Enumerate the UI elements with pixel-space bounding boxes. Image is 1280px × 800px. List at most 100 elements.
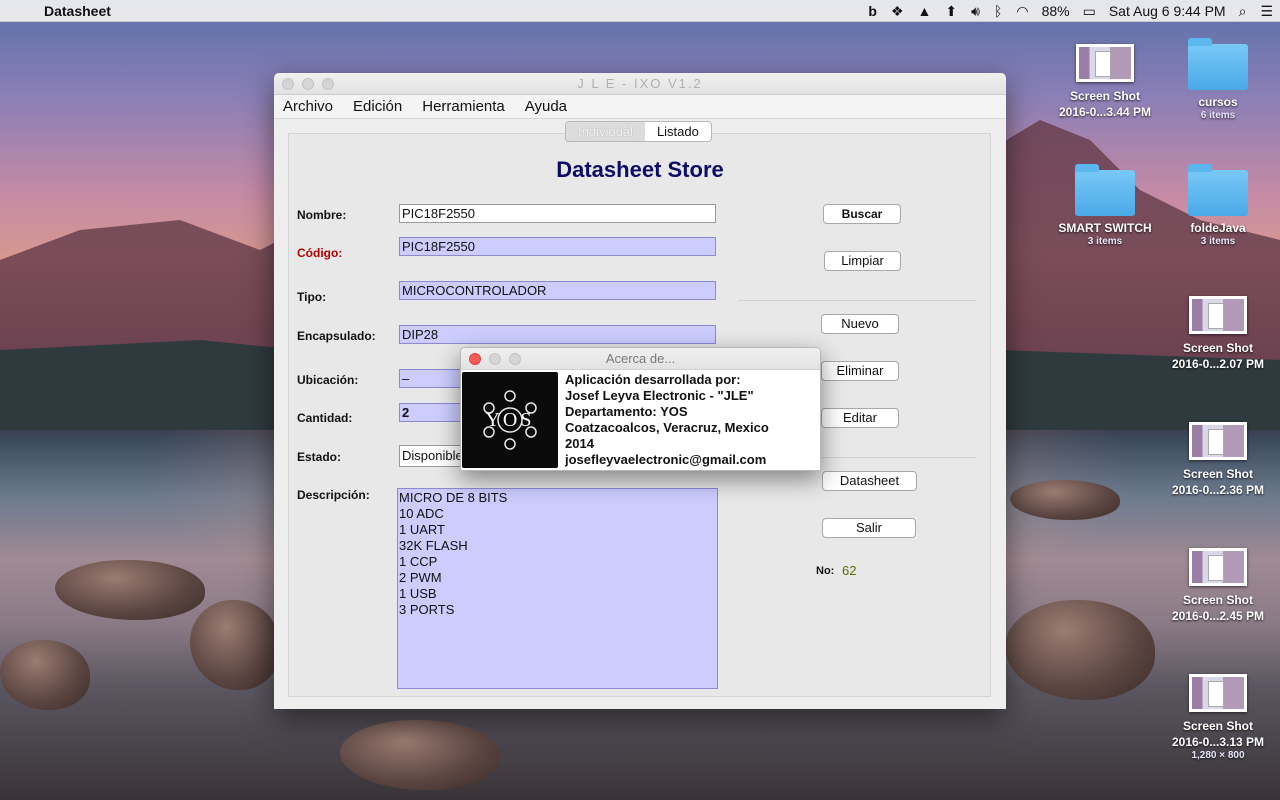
descripcion-line: 3 PORTS <box>399 602 455 617</box>
label-ubicacion: Ubicación: <box>297 373 359 387</box>
codigo-field[interactable]: PIC18F2550 <box>399 237 716 256</box>
spotlight-search-icon[interactable]: ⌕ <box>1232 3 1254 20</box>
bluetooth-icon[interactable]: ᛒ <box>987 3 1009 19</box>
nuevo-button[interactable]: Nuevo <box>821 314 899 334</box>
desktop-icon-screenshot[interactable]: Screen Shot 2016-0...2.07 PM <box>1163 296 1273 372</box>
descripcion-line: 1 CCP <box>399 554 438 569</box>
battery-icon[interactable]: ▭ <box>1076 3 1103 20</box>
about-line: Josef Leyva Electronic - "JLE" <box>565 388 754 403</box>
wifi-icon[interactable]: ◠ <box>1009 3 1035 20</box>
about-dialog: Acerca de... YOS Aplicación desarrollada… <box>460 347 821 471</box>
close-button[interactable] <box>282 78 294 90</box>
about-line: 2014 <box>565 436 594 451</box>
record-number-label: No: <box>816 565 835 577</box>
desktop-icon-folder[interactable]: SMART SWITCH 3 items <box>1050 164 1160 248</box>
desktop-icon-sublabel: 3 items <box>1200 236 1236 247</box>
desktop-icon-screenshot[interactable]: Screen Shot 2016-0...3.44 PM <box>1050 44 1160 120</box>
minimize-button[interactable] <box>302 78 314 90</box>
wallpaper-rock <box>0 640 90 710</box>
buscar-button[interactable]: Buscar <box>823 204 901 224</box>
datasheet-button[interactable]: Datasheet <box>822 471 917 491</box>
desktop-icon-sublabel: 2016-0...3.44 PM <box>1058 105 1152 119</box>
google-drive-icon[interactable]: ▲ <box>911 3 939 19</box>
wallpaper-rock <box>1010 480 1120 520</box>
menu-edicion[interactable]: Edición <box>353 98 402 115</box>
page-title: Datasheet Store <box>556 157 724 182</box>
desktop-icon-folder[interactable]: cursos 6 items <box>1163 38 1273 122</box>
battery-percent[interactable]: 88% <box>1036 3 1076 19</box>
menu-archivo[interactable]: Archivo <box>283 98 333 115</box>
wallpaper-rock <box>340 720 500 790</box>
desktop-icon-sublabel: 2016-0...2.07 PM <box>1171 357 1265 371</box>
about-line: josefleyvaelectronic@gmail.com <box>565 452 767 467</box>
wallpaper-rock <box>55 560 205 620</box>
nombre-field[interactable]: PIC18F2550 <box>399 204 716 223</box>
descripcion-line: 10 ADC <box>399 506 444 521</box>
folder-icon <box>1188 164 1248 216</box>
desktop-icon-folder[interactable]: foldeJava 3 items <box>1163 164 1273 248</box>
desktop-icon-label: Screen Shot <box>1182 593 1254 607</box>
eliminar-button[interactable]: Eliminar <box>821 361 899 381</box>
desktop-icon-label: cursos <box>1198 95 1238 109</box>
menu-ayuda[interactable]: Ayuda <box>525 98 567 115</box>
descripcion-line: 1 USB <box>399 586 437 601</box>
desktop-icon-label: Screen Shot <box>1069 89 1141 103</box>
limpiar-button[interactable]: Limpiar <box>824 251 901 271</box>
desktop-icon-label: Screen Shot <box>1182 719 1254 733</box>
desktop-icon-screenshot[interactable]: Screen Shot 2016-0...2.45 PM <box>1163 548 1273 624</box>
about-close-button[interactable] <box>469 353 481 365</box>
descripcion-textarea[interactable]: MICRO DE 8 BITS 10 ADC 1 UART 32K FLASH … <box>397 488 718 689</box>
desktop-icon-label: SMART SWITCH <box>1058 221 1152 235</box>
tipo-field[interactable]: MICROCONTROLADOR <box>399 281 716 300</box>
tab-individual[interactable]: Individual <box>566 122 645 141</box>
desktop-icon-screenshot[interactable]: Screen Shot 2016-0...2.36 PM <box>1163 422 1273 498</box>
about-line: Departamento: YOS <box>565 404 688 419</box>
label-descripcion: Descripción: <box>297 488 370 502</box>
upload-icon[interactable]: ⬆ <box>938 3 964 20</box>
separator <box>738 300 976 301</box>
descripcion-line: 32K FLASH <box>399 538 468 553</box>
wallpaper-rock <box>190 600 280 690</box>
descripcion-line: 1 UART <box>399 522 445 537</box>
label-encapsulado: Encapsulado: <box>297 329 376 343</box>
volume-icon[interactable]: 🔊︎ <box>964 3 987 20</box>
system-menubar: Datasheet b ❖ ▲ ⬆ 🔊︎ ᛒ ◠ 88% ▭ Sat Aug 6… <box>0 0 1280 22</box>
dropbox-icon[interactable]: ❖ <box>884 3 911 20</box>
screenshot-thumbnail <box>1189 296 1247 334</box>
active-app-name[interactable]: Datasheet <box>44 3 111 19</box>
wallpaper-rock <box>1005 600 1155 700</box>
about-minimize-button[interactable] <box>489 353 501 365</box>
screenshot-thumbnail <box>1189 548 1247 586</box>
desktop-icon-sublabel: 2016-0...2.36 PM <box>1171 483 1265 497</box>
window-controls <box>282 78 334 90</box>
tab-listado[interactable]: Listado <box>644 122 711 141</box>
app-menubar: Archivo Edición Herramienta Ayuda <box>274 95 1006 119</box>
editar-button[interactable]: Editar <box>821 408 899 428</box>
window-titlebar[interactable]: J L E - IXO V1.2 <box>274 73 1006 95</box>
salir-button[interactable]: Salir <box>822 518 916 538</box>
desktop-icon-screenshot[interactable]: Screen Shot 2016-0...3.13 PM 1,280 × 800 <box>1163 674 1273 762</box>
about-line: Aplicación desarrollada por: <box>565 372 741 387</box>
about-titlebar[interactable]: Acerca de... <box>461 348 820 370</box>
window-title: J L E - IXO V1.2 <box>577 76 703 91</box>
desktop-icon-sublabel: 6 items <box>1200 110 1236 121</box>
notification-center-icon[interactable]: ☰ <box>1253 3 1280 20</box>
encapsulado-field[interactable]: DIP28 <box>399 325 716 344</box>
tab-bar: Individual Listado <box>565 121 712 142</box>
menu-herramienta[interactable]: Herramienta <box>422 98 505 115</box>
about-window-controls <box>469 353 521 365</box>
record-number-value: 62 <box>842 563 857 578</box>
about-line: Coatzacoalcos, Veracruz, Mexico <box>565 420 769 435</box>
about-zoom-button[interactable] <box>509 353 521 365</box>
label-tipo: Tipo: <box>297 290 327 304</box>
descripcion-line: 2 PWM <box>399 570 442 585</box>
desktop-icon-sublabel: 2016-0...2.45 PM <box>1171 609 1265 623</box>
desktop-icon-sublabel: 3 items <box>1087 236 1123 247</box>
zoom-button[interactable] <box>322 78 334 90</box>
desktop-icon-label: foldeJava <box>1190 221 1246 235</box>
bing-icon[interactable]: b <box>861 3 884 19</box>
yos-logo-graphic: YOS <box>483 390 537 450</box>
desktop-icon-label: Screen Shot <box>1182 467 1254 481</box>
clock[interactable]: Sat Aug 6 9:44 PM <box>1103 3 1232 19</box>
label-cantidad: Cantidad: <box>297 411 353 425</box>
